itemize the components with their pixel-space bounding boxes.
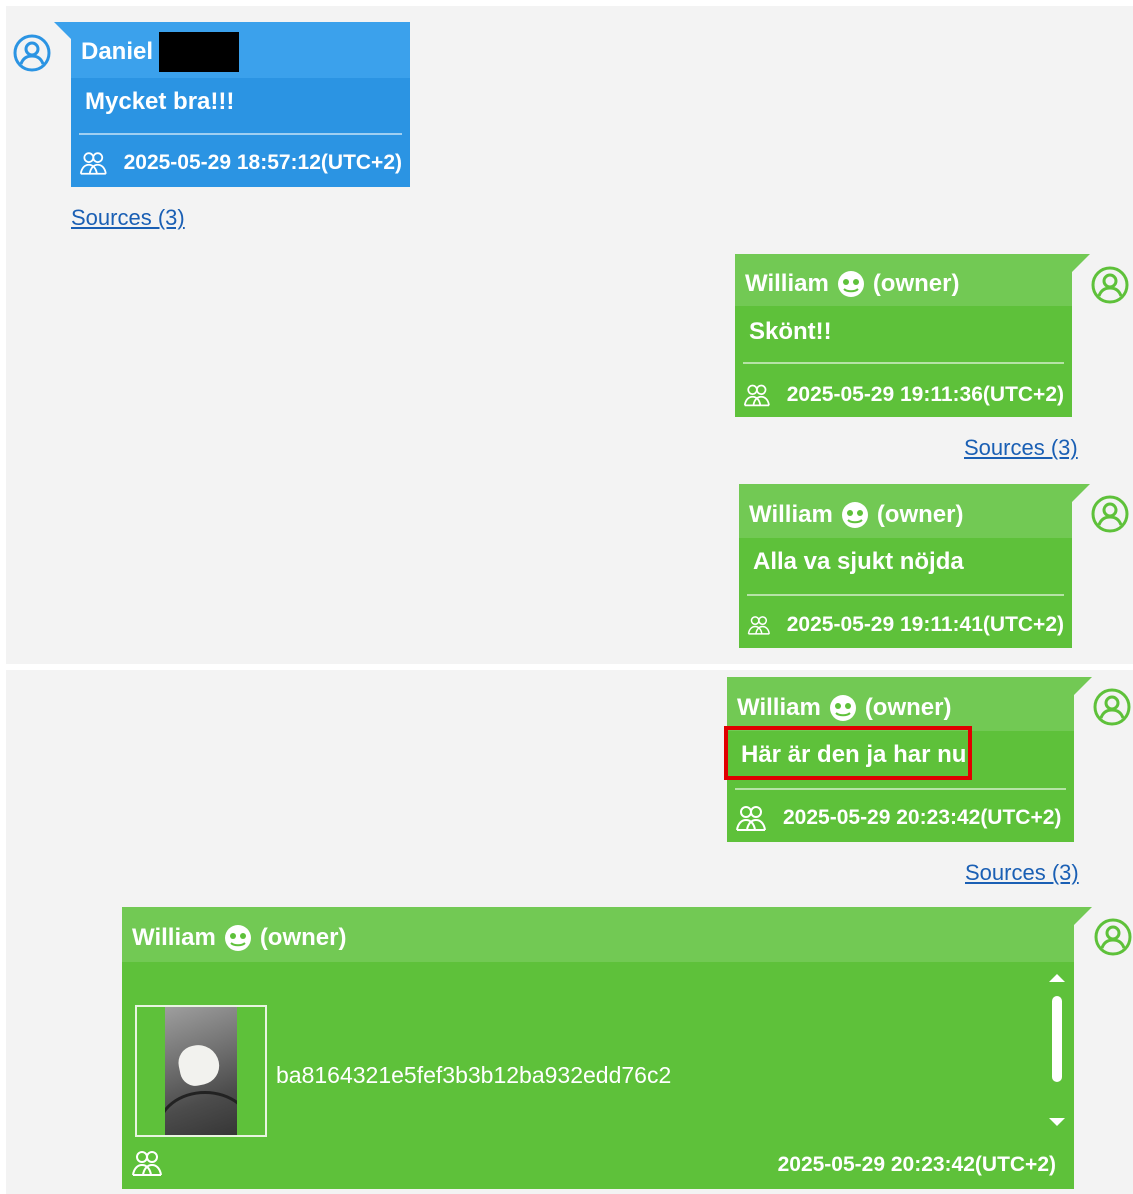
- message-bubble: William (owner) ba8164321e5fef3b3b12ba93…: [122, 907, 1074, 1189]
- owner-role: (owner): [876, 501, 964, 528]
- attachment-photo: [165, 1007, 237, 1135]
- timestamp: 2025-05-29 18:57:12(UTC+2): [123, 151, 402, 174]
- people-group-icon: [79, 148, 108, 178]
- scrollbar[interactable]: [1049, 974, 1065, 1126]
- scroll-down-icon[interactable]: [1049, 1118, 1065, 1126]
- sender-name: Daniel: [81, 38, 154, 65]
- message-footer: 2025-05-29 20:23:42(UTC+2): [778, 1153, 1056, 1177]
- owner-role: (owner): [864, 694, 952, 721]
- message-bubble: Daniel Mycket bra!!! 2025-05-29 18:57:12…: [71, 22, 410, 187]
- sender-name: William: [737, 694, 821, 721]
- message-footer: 2025-05-29 19:11:36(UTC+2): [743, 380, 1064, 410]
- bubble-tail: [1072, 254, 1090, 272]
- owner-badge-icon: [224, 924, 252, 952]
- owner-badge-icon: [837, 270, 865, 298]
- message-header: Daniel: [71, 22, 410, 78]
- sender-name: William: [132, 923, 216, 951]
- people-group-icon: [743, 380, 771, 410]
- bubble-tail: [1072, 484, 1090, 502]
- photo-object: [175, 1041, 223, 1089]
- bubble-tail: [1074, 907, 1092, 925]
- timestamp: 2025-05-29 20:23:42(UTC+2): [783, 806, 1062, 829]
- message-header: William (owner): [122, 907, 1074, 962]
- message-bubble: William (owner) Skönt!! 2025-05-29 19:11…: [735, 254, 1072, 417]
- owner-badge-icon: [829, 694, 857, 722]
- sources-link[interactable]: Sources (3): [71, 205, 185, 231]
- message-header: William (owner): [735, 254, 1072, 306]
- message-footer: 2025-05-29 19:11:41(UTC+2): [747, 610, 1064, 640]
- bubble-tail: [1074, 677, 1092, 695]
- owner-role: (owner): [259, 923, 347, 951]
- user-avatar-icon: [1090, 494, 1130, 534]
- user-avatar-icon: [12, 33, 52, 73]
- attachment-filename[interactable]: ba8164321e5fef3b3b12ba932edd76c2: [276, 1062, 671, 1089]
- sources-link[interactable]: Sources (3): [965, 860, 1079, 886]
- timestamp: 2025-05-29 20:23:42(UTC+2): [777, 1153, 1056, 1176]
- divider: [743, 362, 1064, 364]
- people-group-icon: [735, 803, 767, 833]
- divider: [79, 133, 402, 135]
- people-group-icon: [131, 1148, 163, 1178]
- user-avatar-icon: [1093, 917, 1133, 957]
- scroll-up-icon[interactable]: [1049, 974, 1065, 982]
- attachment-thumbnail[interactable]: [135, 1005, 267, 1137]
- divider: [735, 788, 1066, 790]
- user-avatar-icon: [1090, 265, 1130, 305]
- user-avatar-icon: [1092, 687, 1132, 727]
- scroll-thumb[interactable]: [1052, 996, 1062, 1082]
- message-footer: 2025-05-29 20:23:42(UTC+2): [735, 803, 1066, 833]
- timestamp: 2025-05-29 19:11:36(UTC+2): [786, 383, 1064, 406]
- message-bubble: William (owner) Alla va sjukt nöjda 2025…: [739, 484, 1072, 648]
- sender-name: William: [749, 501, 833, 528]
- message-header: William (owner): [727, 677, 1074, 731]
- divider: [747, 594, 1064, 596]
- people-group-icon: [747, 610, 771, 640]
- sender-name: William: [745, 270, 829, 297]
- highlight-box: [724, 726, 972, 780]
- message-footer: 2025-05-29 18:57:12(UTC+2): [79, 148, 402, 178]
- message-text: Skönt!!: [749, 318, 832, 345]
- timestamp: 2025-05-29 19:11:41(UTC+2): [786, 613, 1064, 636]
- redacted-surname: [159, 32, 240, 72]
- message-text: Alla va sjukt nöjda: [753, 548, 964, 575]
- sources-link[interactable]: Sources (3): [964, 435, 1078, 461]
- message-text: Mycket bra!!!: [85, 88, 235, 115]
- photo-tray: [165, 1091, 237, 1135]
- owner-badge-icon: [841, 501, 869, 529]
- message-header: William (owner): [739, 484, 1072, 538]
- bubble-tail: [54, 22, 72, 40]
- owner-role: (owner): [872, 270, 960, 297]
